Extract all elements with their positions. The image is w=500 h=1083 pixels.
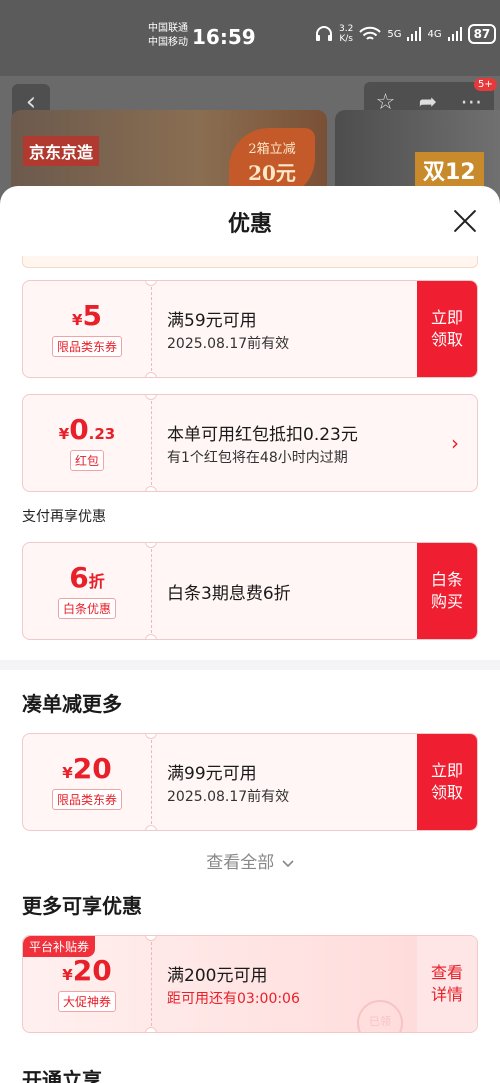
red-packet-expiry: 有1个红包将在48小时内过期 <box>167 449 348 466</box>
claimed-stamp: 已领 <box>357 1000 403 1032</box>
signal-4g-label: 4G <box>427 28 442 40</box>
red-packet-card[interactable]: ¥0.23 红包 本单可用红包抵扣0.23元 有1个红包将在48小时内过期 › <box>22 394 478 492</box>
baitiao-card[interactable]: 6折 白条优惠 白条3期息费6折 白条购买 <box>22 542 478 640</box>
coupon-condition: 满99元可用 <box>167 763 257 784</box>
previous-coupon-edge <box>22 256 478 268</box>
view-details-button[interactable]: 查看详情 <box>417 936 477 1032</box>
coupon-amount: 20 <box>72 752 112 785</box>
wifi-icon <box>359 26 382 40</box>
next-section-title: 开通立享 <box>22 1068 102 1083</box>
coupon-expiry: 2025.08.17前有效 <box>167 335 290 352</box>
pay-section-label: 支付再享优惠 <box>22 509 106 525</box>
baitiao-buy-button[interactable]: 白条购买 <box>417 543 477 639</box>
currency-symbol: ¥ <box>72 311 83 329</box>
more-section-title: 更多可享优惠 <box>22 894 142 918</box>
coupon-details: 满200元可用 距可用还有03:00:06 <box>167 936 300 1032</box>
sheet-header: 优惠 <box>0 186 500 256</box>
coupon-type-tag: 限品类东券 <box>51 789 122 810</box>
close-icon[interactable] <box>450 206 480 236</box>
coupon-countdown: 距可用还有03:00:06 <box>167 990 300 1007</box>
signal-bars-icon <box>407 27 422 41</box>
message-badge: 5+ <box>474 78 497 91</box>
carrier-names: 中国联通 中国移动 <box>148 22 188 50</box>
discount-value: 6 <box>69 561 89 594</box>
carrier-2: 中国移动 <box>148 37 188 48</box>
battery-indicator: 87 <box>467 24 497 44</box>
coupon-expiry: 2025.08.17前有效 <box>167 788 290 805</box>
baitiao-amount-area: 6折 白条优惠 <box>23 543 151 639</box>
sheet-title: 优惠 <box>227 212 272 237</box>
coupon-amount-area: ¥5 限品类东券 <box>23 281 151 377</box>
discount-sheet: 优惠 ¥5 限品类东券 满59元可用 2025.08.17前有效 立即领取 ¥0… <box>0 186 500 1083</box>
signal-5g-label: 5G <box>387 28 402 40</box>
red-packet-tag: 红包 <box>69 450 104 471</box>
brand-tag: 京东京造 <box>23 136 100 166</box>
signal-bars-icon-2 <box>447 27 462 41</box>
coupon-details: 满99元可用 2025.08.17前有效 <box>167 734 289 830</box>
chevron-right-icon[interactable]: › <box>451 431 459 455</box>
red-packet-amount-area: ¥0.23 红包 <box>23 395 151 491</box>
double12-logo: 双12 <box>415 152 484 188</box>
coupon-condition: 满200元可用 <box>167 965 268 986</box>
red-packet-deduction: 本单可用红包抵扣0.23元 <box>167 424 358 445</box>
claim-button[interactable]: 立即领取 <box>417 734 477 830</box>
view-all-link[interactable]: 查看全部 <box>0 848 500 873</box>
coupon-type-tag: 限品类东券 <box>51 336 122 357</box>
red-packet-details: 本单可用红包抵扣0.23元 有1个红包将在48小时内过期 <box>167 395 358 491</box>
carrier-1: 中国联通 <box>148 23 188 34</box>
coupon-details: 满59元可用 2025.08.17前有效 <box>167 281 289 377</box>
coupon-amount-area: ¥20 大促神券 <box>23 936 151 1032</box>
coupon-type-tag: 大促神券 <box>57 991 116 1012</box>
status-bar: 中国联通 中国移动 16:59 3.2 K/s 5G 4G 87 <box>0 0 500 76</box>
headphones-icon <box>316 26 332 41</box>
combine-section-title: 凑单减更多 <box>22 692 122 716</box>
coupon-amount: 20 <box>72 954 112 987</box>
combine-coupon-card[interactable]: ¥20 限品类东券 满99元可用 2025.08.17前有效 立即领取 <box>22 733 478 831</box>
coupon-card[interactable]: ¥5 限品类东券 满59元可用 2025.08.17前有效 立即领取 <box>22 280 478 378</box>
status-icons: 3.2 K/s 5G 4G 87 <box>315 24 497 44</box>
coupon-condition: 满59元可用 <box>167 310 257 331</box>
chevron-down-icon <box>282 860 294 868</box>
clock: 16:59 <box>192 25 256 49</box>
baitiao-tag: 白条优惠 <box>57 598 116 619</box>
platform-coupon-card[interactable]: 平台补贴券 ¥20 大促神券 满200元可用 距可用还有03:00:06 已领 … <box>22 935 478 1033</box>
red-packet-amount: 0 <box>69 413 89 446</box>
net-speed: 3.2 K/s <box>339 24 354 44</box>
coupon-amount: 5 <box>82 299 102 332</box>
baitiao-details: 白条3期息费6折 <box>167 543 291 639</box>
claim-button[interactable]: 立即领取 <box>417 281 477 377</box>
coupon-amount-area: ¥20 限品类东券 <box>23 734 151 830</box>
baitiao-offer: 白条3期息费6折 <box>167 583 291 604</box>
